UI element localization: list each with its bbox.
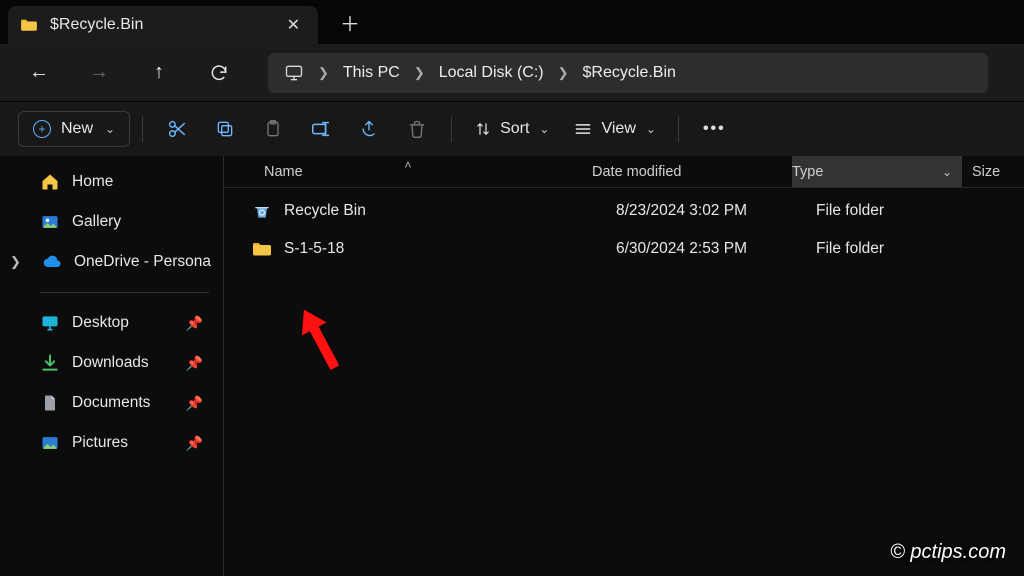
file-date: 6/30/2024 2:53 PM [616,240,816,258]
new-tab-button[interactable]: ＋ [340,8,360,37]
view-icon [573,119,593,139]
chevron-right-icon: ❯ [10,254,30,270]
share-button[interactable] [347,109,391,149]
column-headers: Name ˄ Date modified Type ⌄ Size [224,156,1024,188]
breadcrumb-local-disk[interactable]: Local Disk (C:) [439,64,544,82]
column-name[interactable]: Name ˄ [224,164,592,180]
column-size[interactable]: Size [962,164,1000,180]
chevron-right-icon: ❯ [318,65,329,81]
file-date: 8/23/2024 3:02 PM [616,202,816,220]
sidebar-item-gallery[interactable]: Gallery [0,202,223,242]
sidebar-item-desktop[interactable]: Desktop 📌 [0,303,223,343]
sort-icon [474,120,492,138]
nav-bar: ← → ↑ ❯ This PC ❯ Local Disk (C:) ❯ $Rec… [0,44,1024,102]
main: Home Gallery ❯ OneDrive - Persona [0,156,1024,576]
pictures-icon [40,433,60,453]
sidebar: Home Gallery ❯ OneDrive - Persona [0,156,224,576]
gallery-icon [40,212,60,232]
breadcrumb-this-pc[interactable]: This PC [343,64,400,82]
sidebar-item-label: Home [72,173,211,191]
sidebar-item-label: Desktop [72,314,174,332]
sidebar-item-label: Downloads [72,354,174,372]
cloud-icon [42,252,62,272]
file-rows: Recycle Bin 8/23/2024 3:02 PM File folde… [224,188,1024,268]
downloads-icon [40,353,60,373]
file-name: S-1-5-18 [276,240,616,258]
tab-title: $Recycle.Bin [50,16,271,34]
sidebar-item-label: Gallery [72,213,211,231]
copy-icon [215,119,235,139]
file-type: File folder [816,240,986,258]
sidebar-item-label: Documents [72,394,174,412]
forward-button[interactable]: → [80,54,118,92]
new-plus-icon: + [33,120,51,138]
breadcrumb-recyclebin[interactable]: $Recycle.Bin [583,64,676,82]
separator [678,116,679,142]
rename-button[interactable] [299,109,343,149]
sort-button[interactable]: Sort ⌄ [464,109,559,149]
file-row[interactable]: S-1-5-18 6/30/2024 2:53 PM File folder [248,230,1024,268]
sort-label: Sort [500,120,529,138]
sidebar-item-home[interactable]: Home [0,162,223,202]
address-bar[interactable]: ❯ This PC ❯ Local Disk (C:) ❯ $Recycle.B… [268,53,988,93]
refresh-icon [209,63,229,83]
back-button[interactable]: ← [20,54,58,92]
sidebar-item-label: OneDrive - Persona [74,253,211,271]
pin-icon: 📌 [186,395,203,412]
column-type[interactable]: Type ⌄ [792,156,962,187]
sidebar-item-documents[interactable]: Documents 📌 [0,383,223,423]
chevron-down-icon: ⌄ [646,122,656,136]
paste-button[interactable] [251,109,295,149]
home-icon [40,172,60,192]
folder-icon [248,241,276,257]
file-name: Recycle Bin [276,202,616,220]
folder-icon [20,18,38,32]
share-icon [359,119,379,139]
desktop-icon [40,313,60,333]
documents-icon [40,393,60,413]
file-row[interactable]: Recycle Bin 8/23/2024 3:02 PM File folde… [248,192,1024,230]
column-date[interactable]: Date modified [592,164,792,180]
scissors-icon [166,118,188,140]
chevron-down-icon: ⌄ [105,122,115,136]
refresh-button[interactable] [200,54,238,92]
chevron-right-icon: ❯ [414,65,425,81]
chevron-right-icon: ❯ [558,65,569,81]
new-button-label: New [61,120,93,138]
file-type: File folder [816,202,986,220]
chevron-down-icon: ⌄ [539,122,549,136]
monitor-icon [284,63,304,83]
view-label: View [601,120,635,138]
pin-icon: 📌 [186,435,203,452]
rename-icon [310,118,332,140]
new-button[interactable]: + New ⌄ [18,111,130,147]
chevron-down-icon: ⌄ [942,165,952,179]
tab-current[interactable]: $Recycle.Bin ✕ [8,6,318,44]
watermark: © pctips.com [890,541,1006,564]
separator [451,116,452,142]
delete-button[interactable] [395,109,439,149]
clipboard-icon [263,119,283,139]
sidebar-item-downloads[interactable]: Downloads 📌 [0,343,223,383]
pin-icon: 📌 [186,315,203,332]
tab-bar: $Recycle.Bin ✕ ＋ [0,0,1024,44]
recycle-bin-icon [248,201,276,221]
copy-button[interactable] [203,109,247,149]
view-button[interactable]: View ⌄ [563,109,665,149]
toolbar: + New ⌄ [0,102,1024,156]
sidebar-item-onedrive[interactable]: ❯ OneDrive - Persona [0,242,223,282]
separator [142,116,143,142]
close-icon[interactable]: ✕ [283,11,304,39]
sidebar-divider [40,292,209,293]
more-button[interactable]: ••• [691,120,738,138]
sidebar-item-pictures[interactable]: Pictures 📌 [0,423,223,463]
sidebar-item-label: Pictures [72,434,174,452]
trash-icon [407,119,427,139]
pin-icon: 📌 [186,355,203,372]
file-list: Name ˄ Date modified Type ⌄ Size Recycle… [224,156,1024,576]
sort-ascending-icon: ˄ [404,158,411,172]
up-button[interactable]: ↑ [140,54,178,92]
cut-button[interactable] [155,109,199,149]
